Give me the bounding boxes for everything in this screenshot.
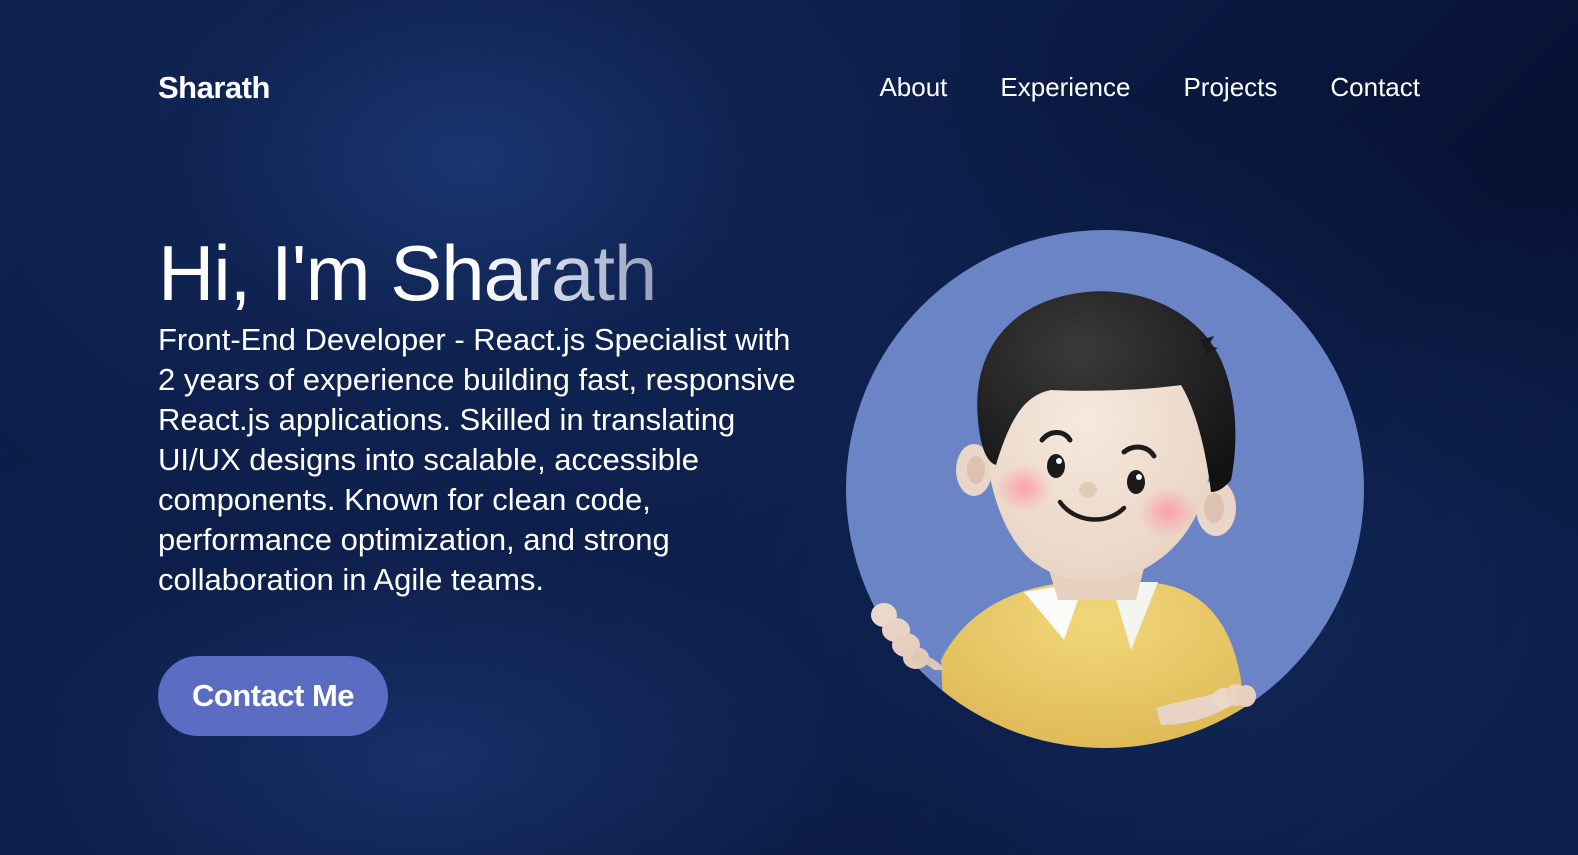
contact-me-button[interactable]: Contact Me <box>158 656 388 736</box>
nav-link-experience[interactable]: Experience <box>1000 72 1130 103</box>
nav-link-projects[interactable]: Projects <box>1183 72 1277 103</box>
hero-description: Front-End Developer - React.js Specialis… <box>158 322 796 597</box>
navbar: Sharath About Experience Projects Contac… <box>0 0 1578 180</box>
hero-section: Hi, I'm Sharath Front-End Developer - Re… <box>158 228 818 600</box>
avatar <box>846 230 1364 748</box>
nav-link-contact[interactable]: Contact <box>1330 72 1420 103</box>
nav-links: About Experience Projects Contact <box>879 72 1420 103</box>
hero-title: Hi, I'm Sharath <box>158 228 678 318</box>
cartoon-avatar-icon <box>846 230 1364 748</box>
brand-logo[interactable]: Sharath <box>158 70 270 106</box>
nav-link-about[interactable]: About <box>879 72 947 103</box>
